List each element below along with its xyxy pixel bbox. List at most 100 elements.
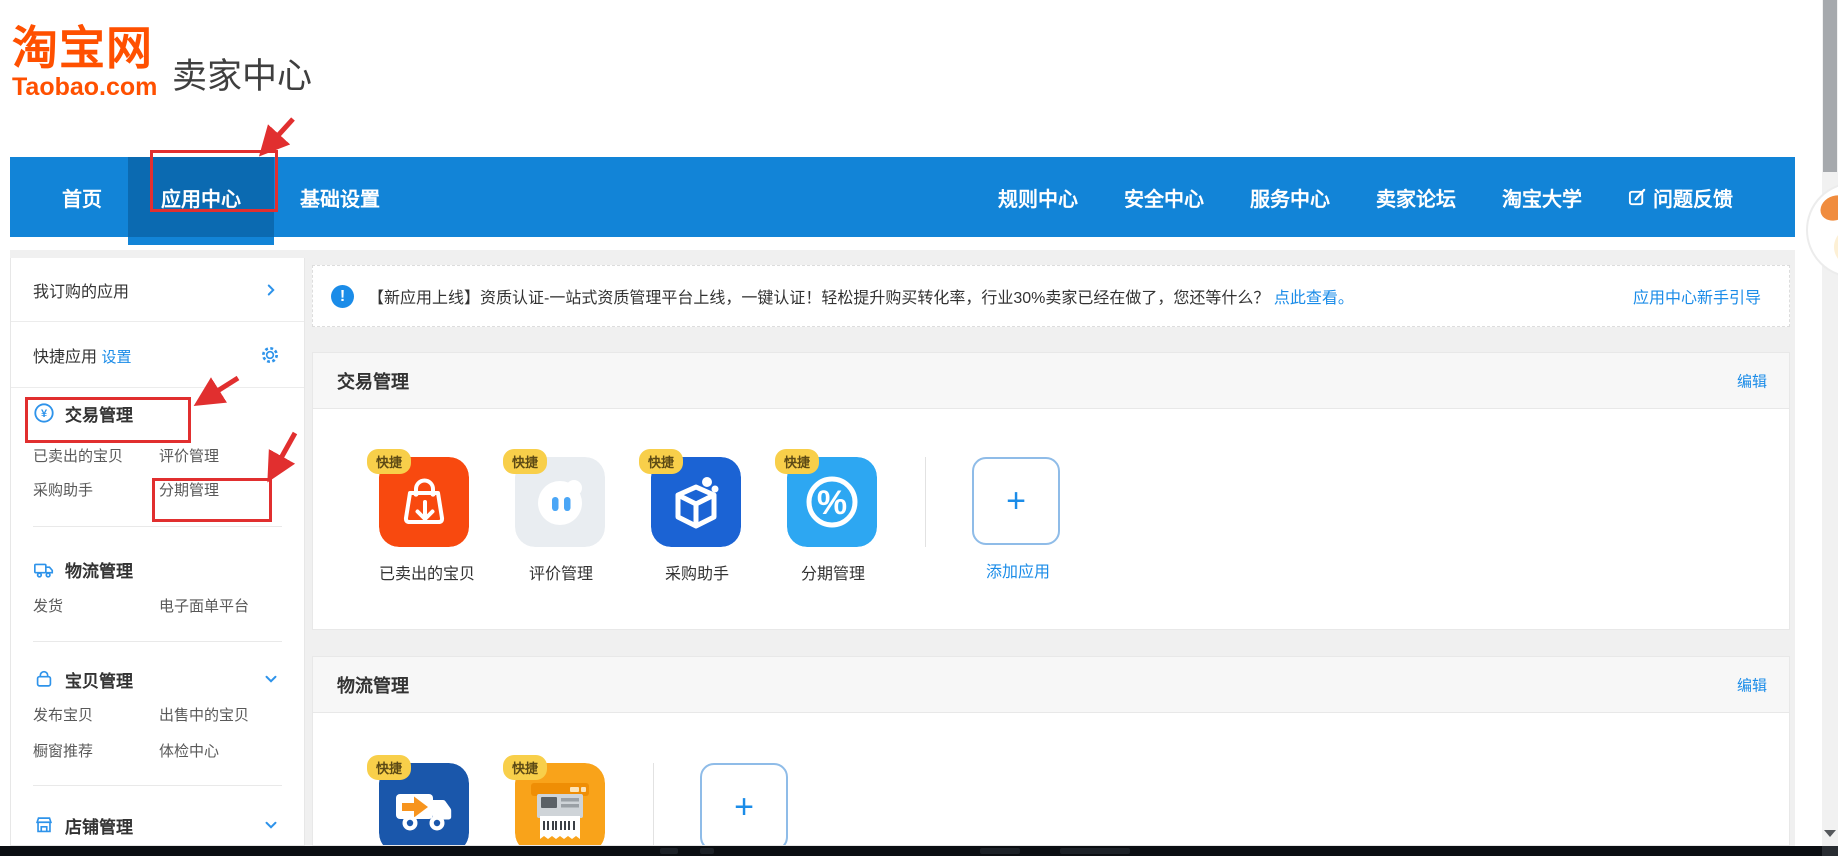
chevron-down-icon[interactable] [262, 816, 280, 834]
taobao-logo-cn: 淘宝网 [12, 22, 153, 74]
quick-badge: 快捷 [367, 755, 412, 780]
section-header: 物流管理 编辑 [313, 657, 1789, 713]
taobao-logo[interactable]: 淘宝网 Taobao.com [12, 24, 157, 100]
chevron-down-icon[interactable] [262, 670, 280, 688]
sidebar-group-label: 物流管理 [65, 561, 133, 581]
chevron-right-icon [262, 281, 280, 299]
taskbar-strip [0, 846, 1822, 856]
nav-link-service-center[interactable]: 服务中心 [1250, 183, 1330, 212]
banner-message: 【新应用上线】资质认证-一站式资质管理平台上线，一键认证！轻松提升购买转化率，行… [368, 290, 1270, 307]
app-purchase[interactable]: 快捷 采购助手 [639, 449, 743, 584]
banner-view-link[interactable]: 点此查看。 [1274, 290, 1354, 307]
taskbar-corner [1822, 846, 1838, 856]
taobao-logo-en: Taobao.com [12, 73, 158, 101]
taskbar-hint [700, 848, 714, 854]
info-icon: ! [331, 284, 354, 308]
sidebar-sub-item[interactable]: 发货 [33, 596, 63, 618]
app-waybill[interactable]: 快捷 电子面单平台 [503, 755, 607, 845]
transaction-icon: ¥ [33, 402, 55, 424]
sidebar-group-title-transaction[interactable]: ¥ 交易管理 [33, 398, 133, 428]
logistics-icon [33, 558, 55, 580]
section-card-logistics: 物流管理 编辑 快捷 发货快捷 电子面单平台 +添加应用 [312, 656, 1790, 846]
sidebar-sub-item[interactable]: 评价管理 [159, 446, 219, 468]
sidebar-group-label: 交易管理 [65, 405, 133, 425]
apps-row: 快捷 已卖出的宝贝 快捷 评价管理 快捷 采购助手 快捷 % 分期管理 + 添加应用 [367, 449, 1064, 584]
scrollbar-track[interactable] [1822, 0, 1838, 846]
sidebar-sub-item[interactable]: 出售中的宝贝 [159, 705, 249, 727]
app-label: 评价管理 [528, 566, 593, 583]
quick-badge: 快捷 [639, 449, 684, 474]
sidebar-sub-item[interactable]: 电子面单平台 [159, 596, 249, 618]
plus-icon: + [700, 763, 788, 845]
page-title: 卖家中心 [172, 57, 313, 96]
nav-link-feedback[interactable]: 问题反馈 [1628, 183, 1733, 212]
feedback-icon [1628, 188, 1647, 207]
mascot-face-icon [1834, 226, 1838, 268]
taobao-seller-center-page: 淘宝网 Taobao.com 卖家中心 首页 应用中心 基础设置 规则中心 安全中心 服… [0, 0, 1838, 856]
shop-icon [33, 814, 55, 836]
scrollbar-thumb[interactable] [1823, 0, 1837, 172]
sidebar-item-my-apps[interactable]: 我订购的应用 [11, 258, 304, 322]
nav-link-security-center[interactable]: 安全中心 [1124, 183, 1204, 212]
app-installment[interactable]: 快捷 % 分期管理 [775, 449, 879, 584]
nav-link-rules-center[interactable]: 规则中心 [998, 183, 1078, 212]
app-label: 采购助手 [664, 566, 729, 583]
add-app-button[interactable]: +添加应用 [700, 763, 792, 845]
sidebar-group-title-shop[interactable]: 店铺管理 [33, 810, 133, 840]
app-center-guide-link[interactable]: 应用中心新手引导 [1633, 284, 1761, 308]
app-review[interactable]: 快捷 评价管理 [503, 449, 607, 584]
app-label: 分期管理 [800, 566, 865, 583]
item-bag-icon [33, 668, 55, 690]
quick-apps-text: 快捷应用 [33, 348, 98, 366]
scrollbar-down-button[interactable] [1822, 822, 1838, 844]
divider [33, 785, 282, 786]
nav-link-taobao-university[interactable]: 淘宝大学 [1502, 183, 1582, 212]
navbar-right: 规则中心 安全中心 服务中心 卖家论坛 淘宝大学 问题反馈 [998, 157, 1733, 237]
assistant-mascot-button[interactable] [1806, 182, 1838, 278]
sidebar-sub-item[interactable]: 发布宝贝 [33, 705, 93, 727]
quick-badge: 快捷 [503, 755, 548, 780]
divider [33, 526, 282, 527]
edit-button[interactable]: 编辑 [1737, 674, 1767, 695]
app-label: 已卖出的宝贝 [379, 566, 476, 583]
svg-text:%: % [817, 484, 847, 522]
banner-text: 【新应用上线】资质认证-一站式资质管理平台上线，一键认证！轻松提升购买转化率，行… [368, 284, 1354, 308]
nav-tab-app-center[interactable]: 应用中心 [128, 157, 274, 245]
main-navbar: 首页 应用中心 基础设置 规则中心 安全中心 服务中心 卖家论坛 淘宝大学 问题反馈 [10, 157, 1795, 245]
gear-icon[interactable] [260, 345, 280, 365]
app-ship[interactable]: 快捷 发货 [367, 755, 471, 845]
quick-badge: 快捷 [367, 449, 412, 474]
plus-icon: + [972, 457, 1060, 545]
nav-link-seller-forum[interactable]: 卖家论坛 [1376, 183, 1456, 212]
sidebar-sub-item[interactable]: 采购助手 [33, 480, 93, 502]
quick-apps-label: 快捷应用 设置 [33, 343, 131, 367]
section-title: 交易管理 [337, 371, 409, 392]
sidebar-group-label: 宝贝管理 [65, 671, 133, 691]
triangle-down-icon [1824, 829, 1836, 837]
sidebar-group-title-logistics[interactable]: 物流管理 [33, 554, 133, 584]
notification-banner: ! 【新应用上线】资质认证-一站式资质管理平台上线，一键认证！轻松提升购买转化率… [312, 265, 1790, 327]
add-app-button[interactable]: +添加应用 [972, 457, 1064, 584]
app-sold-items[interactable]: 快捷 已卖出的宝贝 [367, 449, 476, 584]
edit-button[interactable]: 编辑 [1737, 370, 1767, 391]
sidebar-sub-item[interactable]: 分期管理 [159, 480, 219, 502]
divider [653, 763, 654, 845]
sidebar-sub-item[interactable]: 体检中心 [159, 741, 219, 763]
quick-badge: 快捷 [503, 449, 548, 474]
divider [33, 641, 282, 642]
section-card-transaction: 交易管理 编辑 快捷 已卖出的宝贝 快捷 评价管理 快捷 采购助手 快捷 % 分期管理 +… [312, 352, 1790, 630]
sidebar: 我订购的应用 快捷应用 设置 ¥ 交易管理已卖出的宝贝 评价管理采购助手 分期管理物流… [10, 258, 305, 846]
taskbar-hint [660, 848, 678, 854]
sidebar-sub-item[interactable]: 已卖出的宝贝 [33, 446, 123, 468]
nav-tab-basic-settings[interactable]: 基础设置 [274, 157, 406, 237]
quick-badge: 快捷 [775, 449, 820, 474]
apps-row: 快捷 发货快捷 电子面单平台 +添加应用 [367, 755, 792, 845]
section-title: 物流管理 [337, 675, 409, 696]
svg-text:¥: ¥ [41, 408, 48, 420]
sidebar-group-title-item-bag[interactable]: 宝贝管理 [33, 664, 133, 694]
section-header: 交易管理 编辑 [313, 353, 1789, 409]
nav-tab-home[interactable]: 首页 [36, 157, 128, 237]
sidebar-sub-item[interactable]: 橱窗推荐 [33, 741, 93, 763]
quick-apps-settings-link[interactable]: 设置 [101, 349, 131, 366]
mascot-ear-icon [1816, 190, 1838, 226]
